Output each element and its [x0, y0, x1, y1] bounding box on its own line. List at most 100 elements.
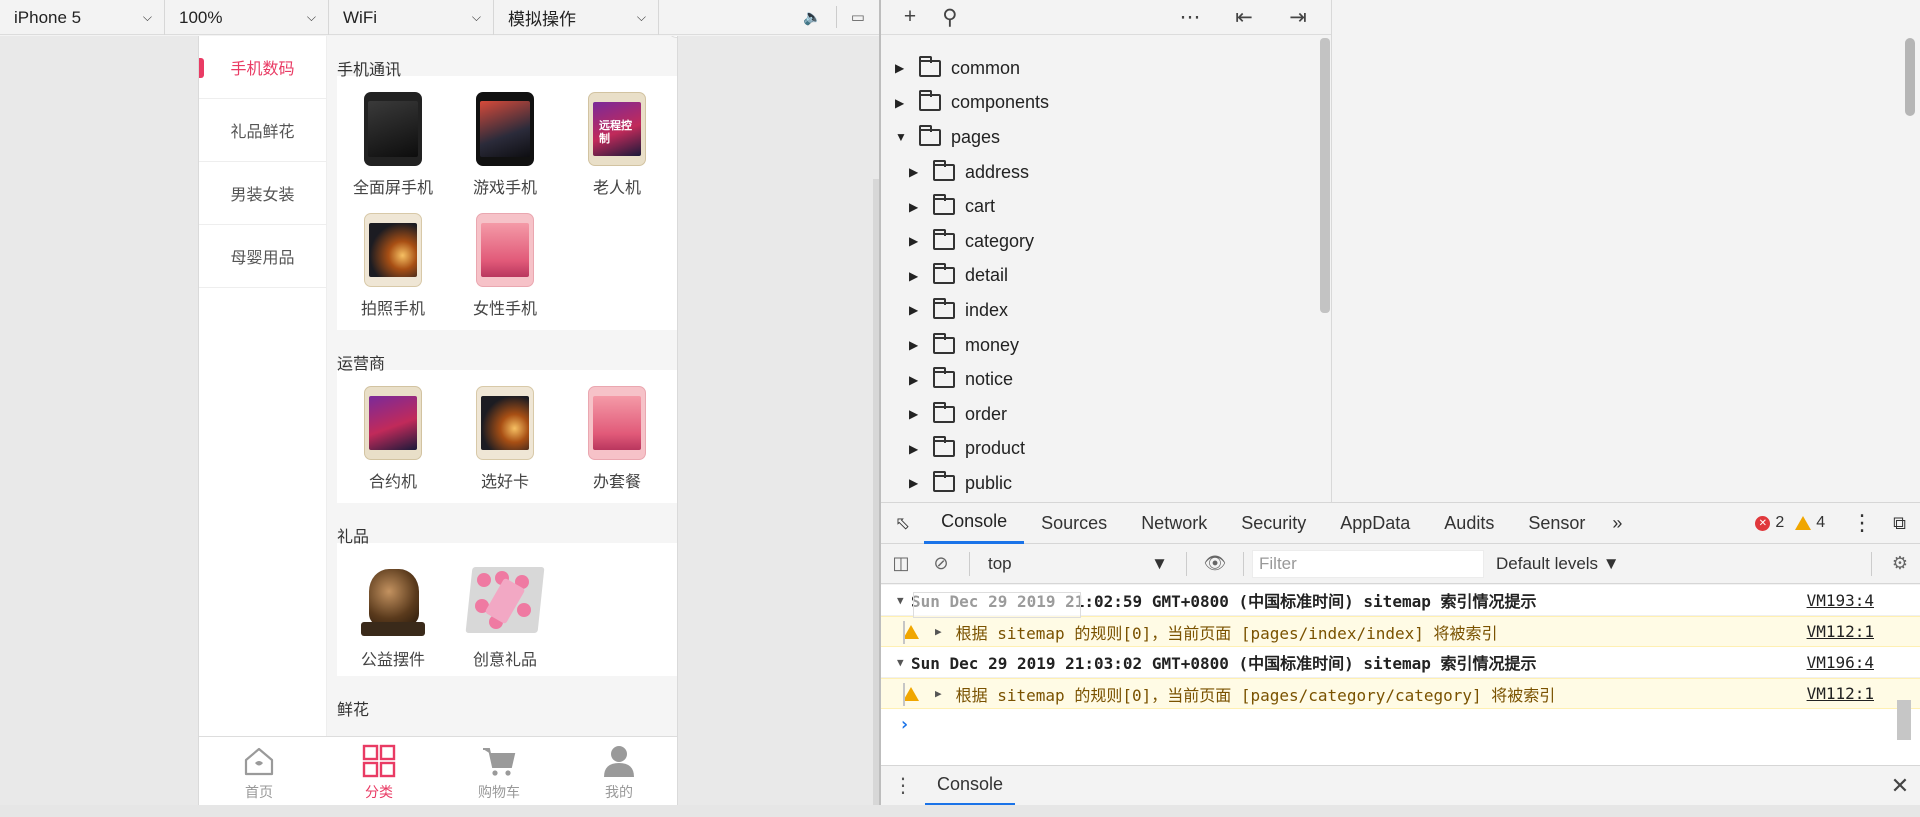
category-item-gifts[interactable]: 礼品鲜花	[199, 99, 326, 162]
gear-icon[interactable]: ⚙	[1880, 553, 1920, 574]
more-tabs-icon[interactable]: »	[1602, 502, 1632, 544]
grid-item-label: 女性手机	[472, 301, 537, 318]
caret-right-icon[interactable]: ▶	[895, 61, 907, 75]
more-icon[interactable]: ⋯	[1175, 5, 1205, 30]
tree-item-money[interactable]: ▶ money	[881, 328, 1331, 363]
speaker-icon[interactable]: 🔈	[803, 8, 822, 26]
tree-item-category[interactable]: ▶ category	[881, 224, 1331, 259]
console-prompt[interactable]: ›	[881, 709, 1920, 739]
filetree-scrollbar[interactable]	[1320, 38, 1330, 313]
tree-item-public[interactable]: ▶ public	[881, 466, 1331, 501]
tree-item-detail[interactable]: ▶ detail	[881, 259, 1331, 294]
tree-item-order[interactable]: ▶ order	[881, 397, 1331, 432]
product-grid: 全面屏手机 游戏手机 老人机 拍照手机 女性手机	[337, 76, 677, 330]
sidebar-toggle-icon[interactable]: ◫	[881, 553, 921, 574]
grid-item[interactable]: 办套餐	[561, 376, 673, 497]
tab-appdata[interactable]: AppData	[1323, 502, 1427, 544]
log-source-link[interactable]: VM193:4	[1807, 591, 1920, 610]
log-levels-select[interactable]: Default levels ▼	[1496, 554, 1620, 574]
context-select[interactable]: top ▼	[978, 554, 1178, 574]
caret-right-icon[interactable]: ▶	[909, 407, 921, 421]
grid-item[interactable]: 女性手机	[449, 203, 561, 324]
caret-right-icon[interactable]: ▶	[895, 96, 907, 110]
log-source-link[interactable]: VM112:1	[1807, 622, 1920, 641]
tab-network[interactable]: Network	[1124, 502, 1224, 544]
editor-area[interactable]	[1332, 0, 1920, 502]
grid-item[interactable]: 全面屏手机	[337, 82, 449, 203]
grid-item[interactable]: 合约机	[337, 376, 449, 497]
tree-item-common[interactable]: ▶ common	[881, 51, 1331, 86]
collapse-all-icon[interactable]: ⇤	[1229, 5, 1259, 30]
tab-cart[interactable]: 购物车	[439, 737, 559, 808]
log-group-row[interactable]: ▼ Sun Dec 29 2019 21:03:02 GMT+0800 (中国标…	[881, 647, 1920, 678]
grid-item[interactable]: 选好卡	[449, 376, 561, 497]
simulate-action-select[interactable]: 模拟操作 ⌵	[494, 0, 659, 35]
kebab-menu-icon[interactable]: ⋮	[1837, 502, 1887, 544]
caret-right-icon[interactable]: ▶	[909, 165, 921, 179]
caret-right-icon[interactable]: ▶	[935, 625, 942, 638]
tab-audits[interactable]: Audits	[1427, 502, 1511, 544]
caret-right-icon[interactable]: ▶	[909, 234, 921, 248]
grid-item[interactable]: 公益摆件	[337, 549, 449, 670]
caret-down-icon[interactable]: ▼	[897, 656, 911, 669]
caret-right-icon[interactable]: ▶	[935, 687, 942, 700]
tree-item-product[interactable]: ▶ product	[881, 432, 1331, 467]
tab-sensor[interactable]: Sensor	[1511, 502, 1602, 544]
filter-input[interactable]: Filter	[1252, 549, 1484, 578]
tab-category[interactable]: 分类	[319, 737, 439, 808]
close-icon[interactable]: ✕	[1880, 773, 1920, 799]
category-item-baby[interactable]: 母婴用品	[199, 225, 326, 288]
device-select[interactable]: iPhone 5 ⌵	[0, 0, 165, 35]
caret-right-icon[interactable]: ▶	[909, 200, 921, 214]
tree-item-address[interactable]: ▶ address	[881, 155, 1331, 190]
editor-scrollbar[interactable]	[1905, 38, 1915, 116]
caret-right-icon[interactable]: ▶	[909, 442, 921, 456]
log-source-link[interactable]: VM196:4	[1807, 653, 1920, 672]
caret-right-icon[interactable]: ▶	[909, 476, 921, 490]
clear-console-icon[interactable]: ⊘	[921, 553, 961, 574]
caret-down-icon[interactable]: ▼	[897, 594, 911, 607]
grid-item[interactable]: 老人机	[561, 82, 673, 203]
tab-home[interactable]: 首页	[199, 737, 319, 808]
tree-item-pages[interactable]: ▼ pages	[881, 120, 1331, 155]
category-item-digital[interactable]: 手机数码	[199, 36, 326, 99]
log-warning-row[interactable]: ▶ 根据 sitemap 的规则[0]，当前页面 [pages/index/in…	[881, 616, 1920, 647]
tab-console[interactable]: Console	[924, 502, 1025, 544]
issue-counter[interactable]: ✕ 2 4	[1755, 514, 1837, 532]
caret-right-icon[interactable]: ▶	[909, 303, 921, 317]
tab-sources[interactable]: Sources	[1024, 502, 1124, 544]
caret-right-icon[interactable]: ▶	[909, 373, 921, 387]
category-item-clothing[interactable]: 男装女装	[199, 162, 326, 225]
zoom-select[interactable]: 100% ⌵	[165, 0, 329, 35]
caret-down-icon[interactable]: ▼	[895, 130, 907, 144]
drawer-menu-icon[interactable]: ⋮	[881, 773, 925, 798]
warning-icon	[903, 686, 919, 701]
undock-icon[interactable]: ⧉	[1887, 502, 1920, 544]
window-icon[interactable]: ▭	[851, 8, 865, 26]
tree-item-components[interactable]: ▶ components	[881, 86, 1331, 121]
grid-item[interactable]: 拍照手机	[337, 203, 449, 324]
inspect-element-icon[interactable]: ⬁	[881, 502, 924, 544]
caret-right-icon[interactable]: ▶	[909, 269, 921, 283]
console-scrollbar[interactable]	[1897, 700, 1911, 740]
search-icon[interactable]: ⚲	[935, 5, 965, 30]
grid-item[interactable]: 游戏手机	[449, 82, 561, 203]
tree-item-index[interactable]: ▶ index	[881, 293, 1331, 328]
chevron-down-icon: ⌵	[471, 10, 481, 24]
tab-security[interactable]: Security	[1224, 502, 1323, 544]
sidebar-toggle-icon[interactable]: ⇥	[1283, 5, 1313, 30]
section-title: 鲜花	[337, 702, 370, 719]
grid-item[interactable]: 创意礼品	[449, 549, 561, 670]
tree-item-notice[interactable]: ▶ notice	[881, 362, 1331, 397]
tab-label: Audits	[1444, 512, 1495, 533]
drawer-tab-console[interactable]: Console	[925, 766, 1016, 806]
tree-item-label: cart	[965, 196, 996, 217]
tree-item-cart[interactable]: ▶ cart	[881, 189, 1331, 224]
add-icon[interactable]: +	[895, 5, 925, 29]
log-warning-row[interactable]: ▶ 根据 sitemap 的规则[0]，当前页面 [pages/category…	[881, 678, 1920, 709]
caret-right-icon[interactable]: ▶	[909, 338, 921, 352]
eye-icon[interactable]: 👁	[1195, 553, 1235, 574]
tab-mine[interactable]: 我的	[559, 737, 677, 808]
network-select[interactable]: WiFi ⌵	[329, 0, 494, 35]
tab-label: 我的	[605, 784, 633, 800]
